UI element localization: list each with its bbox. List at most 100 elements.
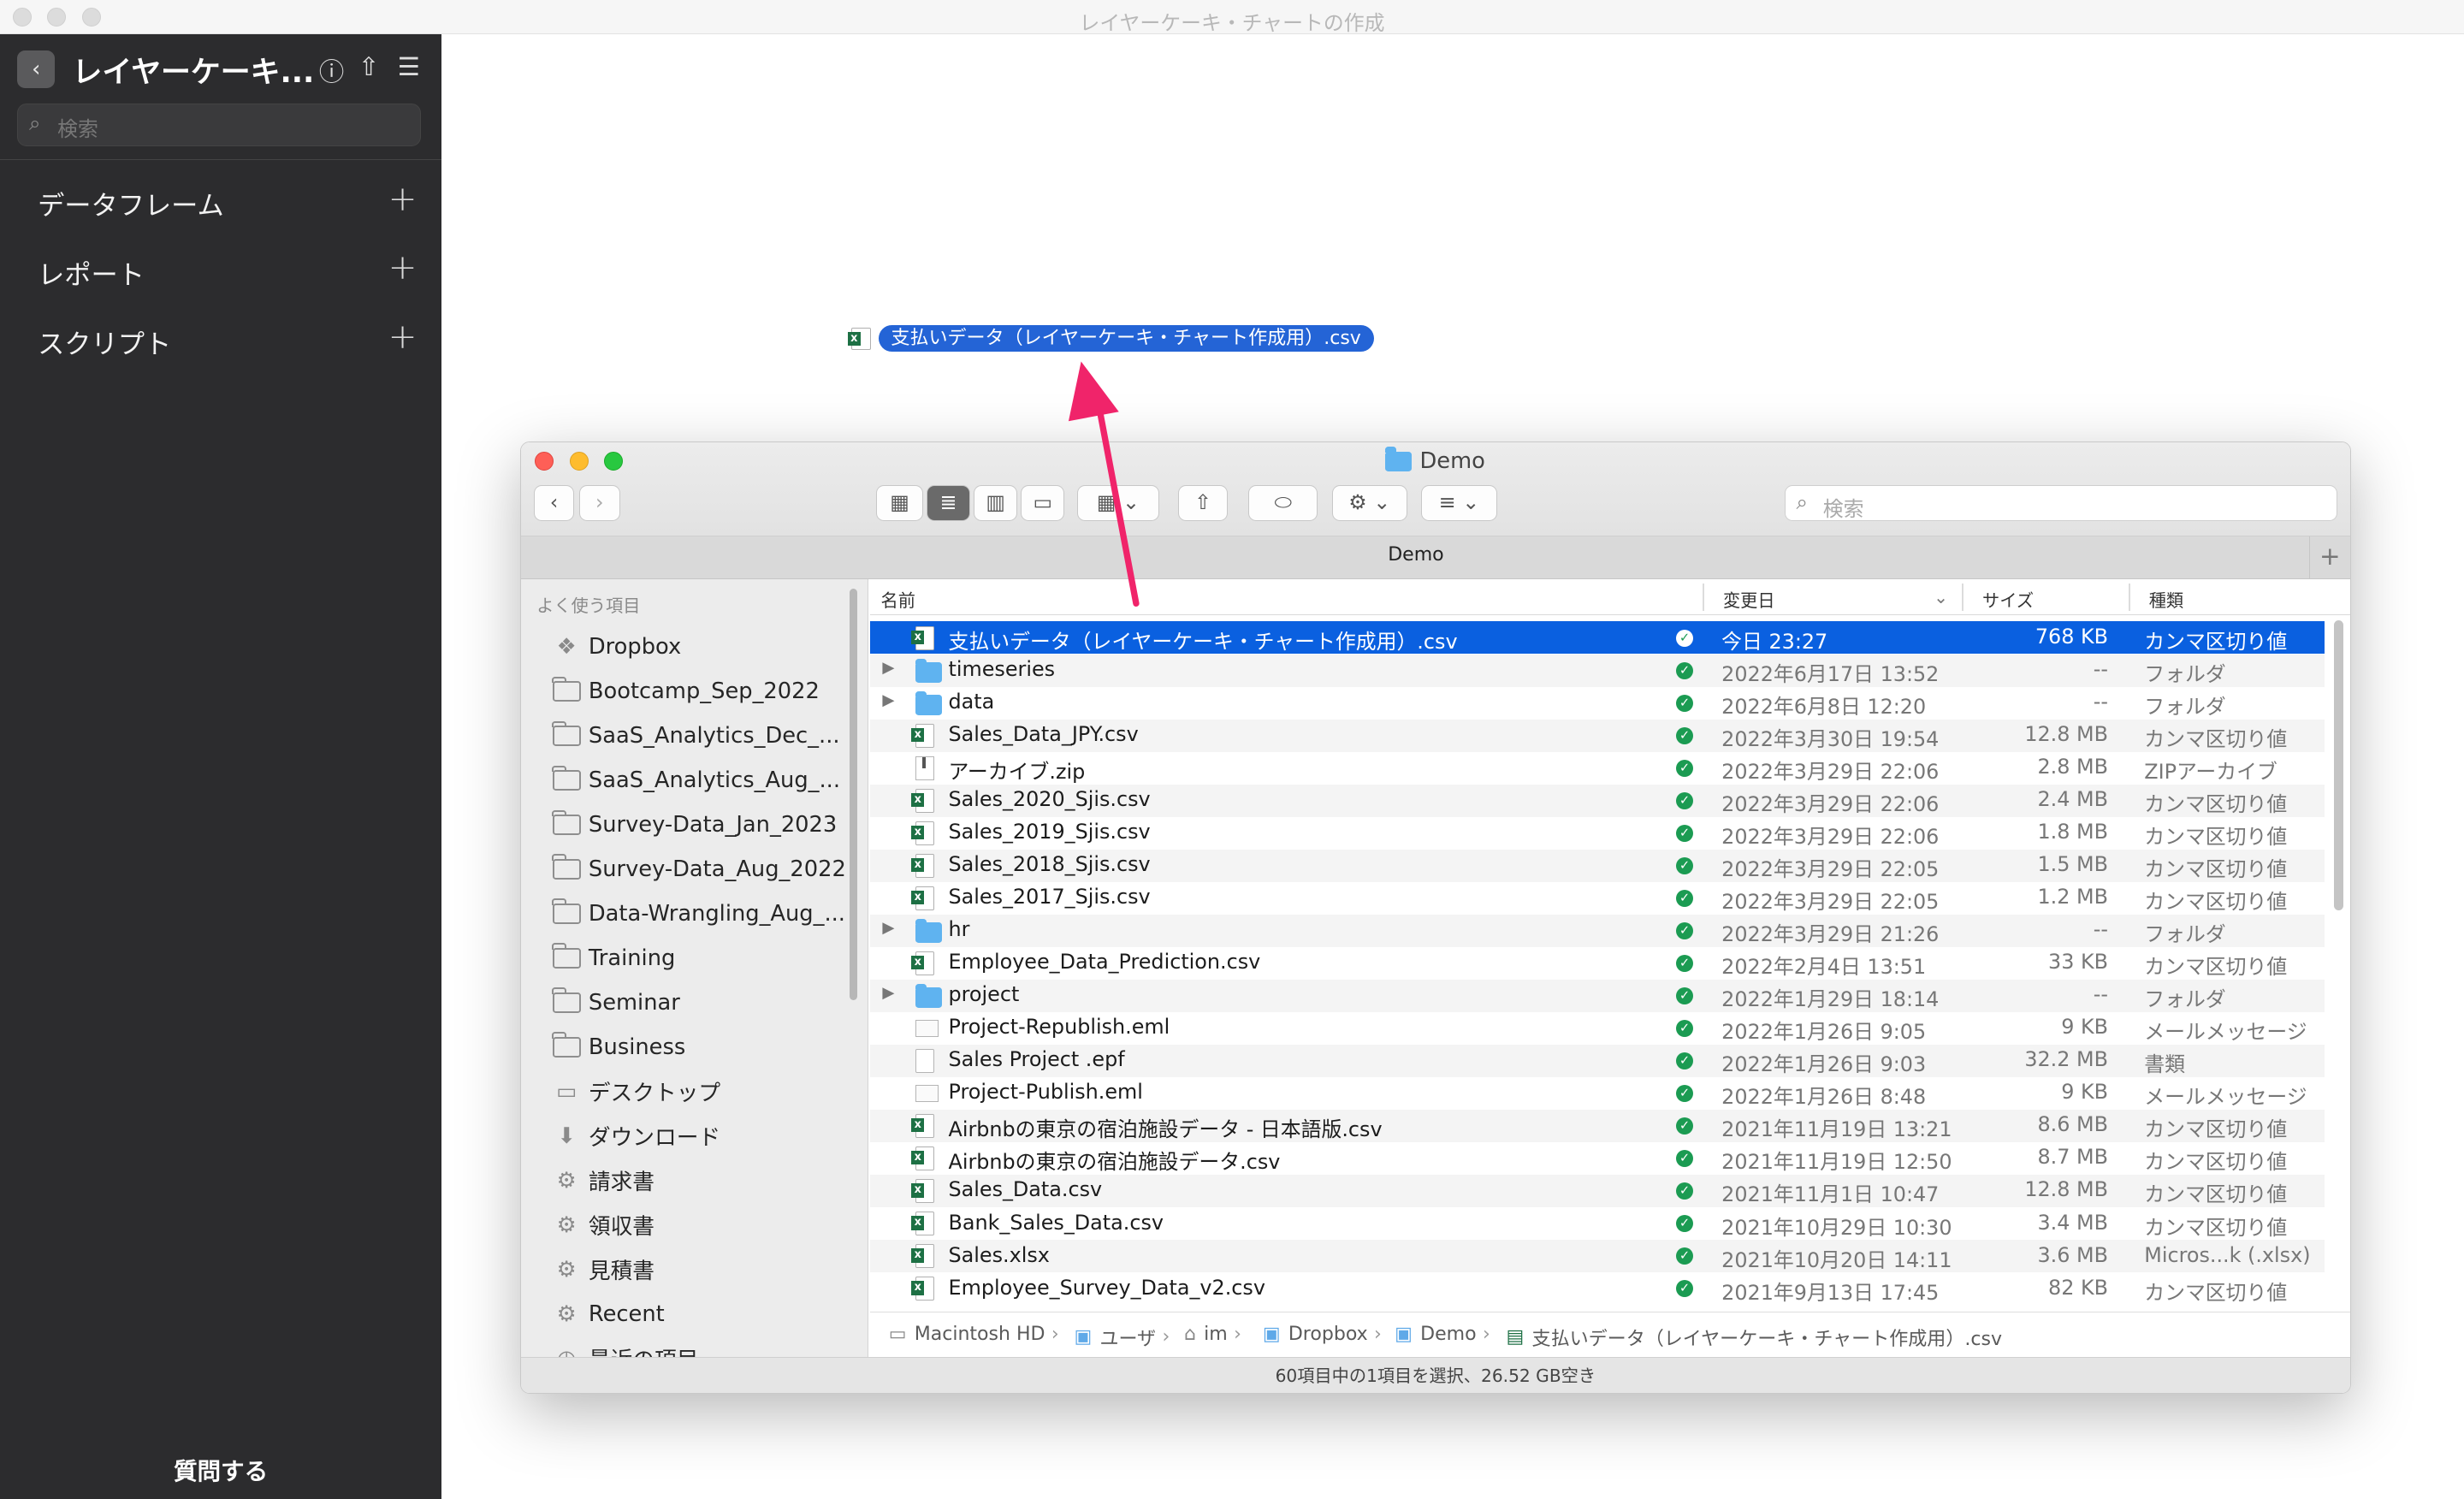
table-row[interactable]: Bank_Sales_Data.csv 2021年10月29日 10:30 3.4 … — [870, 1207, 2325, 1240]
sidebar-item-9[interactable]: Business — [551, 1029, 685, 1064]
dragged-file[interactable]: 支払いデータ（レイヤーケーキ・チャート作成用）.csv — [847, 325, 1374, 353]
sidebar-item-5[interactable]: Survey-Data_Aug_2022 — [551, 852, 846, 886]
icon-view-button[interactable]: ▦ — [876, 484, 924, 521]
table-row[interactable]: ▶ data 2022年6月8日 12:20 -- フォルダ ✓ — [870, 687, 2325, 720]
sidebar-item-8[interactable]: Seminar — [551, 985, 680, 1019]
forward-button[interactable]: › — [578, 484, 620, 521]
add-report-button[interactable]: + — [388, 246, 418, 287]
action-button[interactable]: ⚙ ⌄ — [1331, 484, 1407, 521]
sync-status-icon: ✓ — [1675, 726, 1694, 744]
tag-button[interactable]: ⬭ — [1248, 484, 1318, 521]
path-segment[interactable]: ▭ Macintosh HD › — [889, 1324, 1059, 1345]
column-size-header[interactable]: サイズ — [1982, 587, 2034, 612]
table-row[interactable]: 支払いデータ（レイヤーケーキ・チャート作成用）.csv 今日 23:27 768 K… — [869, 621, 2325, 655]
chevron-right-icon: › — [1051, 1323, 1059, 1345]
arrange-button[interactable]: ≡ ⌄ — [1421, 484, 1497, 521]
table-row[interactable]: Sales_2017_Sjis.csv 2022年3月29日 22:05 1.2 M… — [870, 882, 2325, 915]
sidebar-item-0[interactable]: ❖ Dropbox — [551, 630, 682, 664]
share-icon[interactable]: ⇧ — [358, 52, 380, 81]
sidebar-item-4[interactable]: Survey-Data_Jan_2023 — [551, 808, 837, 842]
disclosure-triangle-icon[interactable]: ▶ — [882, 919, 894, 937]
back-button[interactable]: ‹ — [533, 484, 575, 521]
column-date-header[interactable]: 変更日 — [1723, 587, 1775, 612]
csv-file-icon: ▤ — [1506, 1326, 1525, 1348]
disclosure-triangle-icon[interactable]: ▶ — [882, 691, 894, 709]
sidebar-item-16[interactable]: ◷ 最近の項目 — [551, 1341, 698, 1358]
finder-zoom-button[interactable] — [604, 452, 624, 471]
file-size: -- — [2093, 982, 2108, 1007]
csv-file-icon — [911, 724, 940, 748]
table-row[interactable]: Employee_Survey_Data_v2.csv 2021年9月13日 17… — [870, 1272, 2325, 1305]
path-segment[interactable]: ▣ Demo › — [1395, 1324, 1490, 1345]
table-row[interactable]: アーカイブ.zip 2022年3月29日 22:06 2.8 MB ZIPアーカイブ ✓ — [870, 752, 2325, 785]
path-segment[interactable]: ▣ Dropbox › — [1263, 1324, 1382, 1345]
disclosure-triangle-icon[interactable]: ▶ — [882, 659, 894, 677]
info-icon[interactable]: ⓘ — [319, 52, 344, 88]
ask-button[interactable]: 質問する — [0, 1452, 441, 1486]
table-row[interactable]: Airbnbの東京の宿泊施設データ.csv 2021年11月19日 12:50 8.… — [870, 1142, 2325, 1175]
column-view-button[interactable]: ▥ — [973, 484, 1018, 521]
share-button[interactable]: ⇧ — [1177, 484, 1229, 521]
sidebar-item-6[interactable]: Data-Wrangling_Aug_... — [551, 897, 845, 931]
sidebar-item-10[interactable]: ▭ デスクトップ — [551, 1074, 720, 1108]
sidebar-item-2[interactable]: SaaS_Analytics_Dec_... — [551, 719, 840, 753]
table-row[interactable]: Sales_2020_Sjis.csv 2022年3月29日 22:06 2.4 M… — [869, 784, 2325, 817]
path-segment[interactable]: ⌂ im › — [1184, 1324, 1241, 1345]
sidebar-item-13[interactable]: ⚙ 領収書 — [551, 1207, 654, 1241]
section-dataframes[interactable]: データフレーム — [38, 184, 224, 222]
disk-icon: ▭ — [888, 1323, 907, 1345]
gallery-view-button[interactable]: ▭ — [1021, 484, 1065, 521]
table-row[interactable]: Project-Republish.eml 2022年1月26日 9:05 9 KB… — [870, 1012, 2325, 1045]
sidebar-item-7[interactable]: Training — [551, 941, 675, 975]
column-divider — [1703, 584, 1704, 611]
add-dataframe-button[interactable]: + — [388, 178, 418, 219]
group-button[interactable]: ▦ ⌄ — [1077, 484, 1159, 521]
path-segment[interactable]: ▤ 支払いデータ（レイヤーケーキ・チャート作成用）.csv — [1507, 1324, 2002, 1351]
xlsx-file-icon — [911, 1244, 940, 1268]
finder-search-input[interactable]: ⌕ 検索 — [1784, 484, 2338, 521]
section-reports[interactable]: レポート — [38, 253, 145, 292]
folder-icon — [551, 765, 583, 792]
table-row[interactable]: Employee_Data_Prediction.csv 2022年2月4日 13… — [870, 947, 2325, 980]
sidebar-item-12[interactable]: ⚙ 請求書 — [551, 1163, 654, 1197]
sidebar-item-3[interactable]: SaaS_Analytics_Aug_... — [551, 763, 840, 797]
table-row[interactable]: Sales Project .epf 2022年1月26日 9:03 32.2 MB… — [869, 1044, 2325, 1077]
table-row[interactable]: Airbnbの東京の宿泊施設データ - 日本語版.csv 2021年11月19日 … — [869, 1109, 2325, 1142]
column-name-header[interactable]: 名前 — [881, 587, 915, 612]
table-row[interactable]: ▶ hr 2022年3月29日 21:26 -- フォルダ ✓ — [869, 914, 2325, 947]
sync-status-icon: ✓ — [1675, 759, 1694, 777]
table-row[interactable]: ▶ project 2022年1月29日 18:14 -- フォルダ ✓ — [869, 979, 2325, 1012]
tab-demo[interactable]: Demo — [521, 544, 2311, 566]
file-size: 2.4 MB — [2037, 787, 2108, 812]
table-row[interactable]: Sales_2018_Sjis.csv 2022年3月29日 22:05 1.5 M… — [869, 849, 2325, 882]
finder-close-button[interactable] — [535, 452, 554, 471]
file-kind: カンマ区切り値 — [2144, 630, 2288, 655]
add-tab-button[interactable]: + — [2308, 536, 2350, 579]
list-view-button[interactable]: ≣ — [926, 484, 971, 521]
table-row[interactable]: ▶ timeseries 2022年6月17日 13:52 -- フォルダ ✓ — [869, 654, 2325, 687]
sidebar-item-1[interactable]: Bootcamp_Sep_2022 — [551, 674, 820, 708]
column-kind-header[interactable]: 種類 — [2149, 587, 2183, 612]
file-name: Project-Publish.eml — [948, 1080, 1143, 1105]
sidebar-scrollbar[interactable] — [849, 588, 857, 1001]
finder-minimize-button[interactable] — [569, 452, 589, 471]
menu-icon[interactable]: ☰ — [398, 52, 420, 81]
table-row[interactable]: Sales_Data_JPY.csv 2022年3月30日 19:54 12.8 M… — [869, 719, 2325, 752]
table-row[interactable]: Project-Publish.eml 2022年1月26日 8:48 9 KB メー… — [870, 1077, 2325, 1110]
table-row[interactable]: Sales.xlsx 2021年10月20日 14:11 3.6 MB Micros.… — [869, 1239, 2325, 1272]
path-segment[interactable]: ▣ ユーザ › — [1074, 1324, 1170, 1351]
sidebar-search-input[interactable]: ⌕ 検索 — [17, 104, 422, 146]
table-row[interactable]: Sales_Data.csv 2021年11月1日 10:47 12.8 MB カンマ… — [869, 1174, 2325, 1207]
sidebar-item-15[interactable]: ⚙ Recent — [551, 1296, 665, 1330]
table-row[interactable]: Sales_2019_Sjis.csv 2022年3月29日 22:06 1.8 M… — [870, 817, 2325, 850]
dropbox-folder-icon: ▣ — [1262, 1323, 1281, 1345]
back-button[interactable]: ‹ — [17, 50, 56, 88]
sidebar-item-11[interactable]: ⬇ ダウンロード — [551, 1118, 720, 1152]
list-scrollbar[interactable] — [2334, 619, 2344, 911]
csv-file-icon — [911, 625, 940, 650]
disclosure-triangle-icon[interactable]: ▶ — [882, 984, 894, 1002]
add-script-button[interactable]: + — [388, 316, 418, 357]
sidebar-item-14[interactable]: ⚙ 見積書 — [551, 1252, 654, 1286]
file-kind: カンマ区切り値 — [2144, 1182, 2288, 1207]
section-scripts[interactable]: スクリプト — [38, 323, 171, 361]
